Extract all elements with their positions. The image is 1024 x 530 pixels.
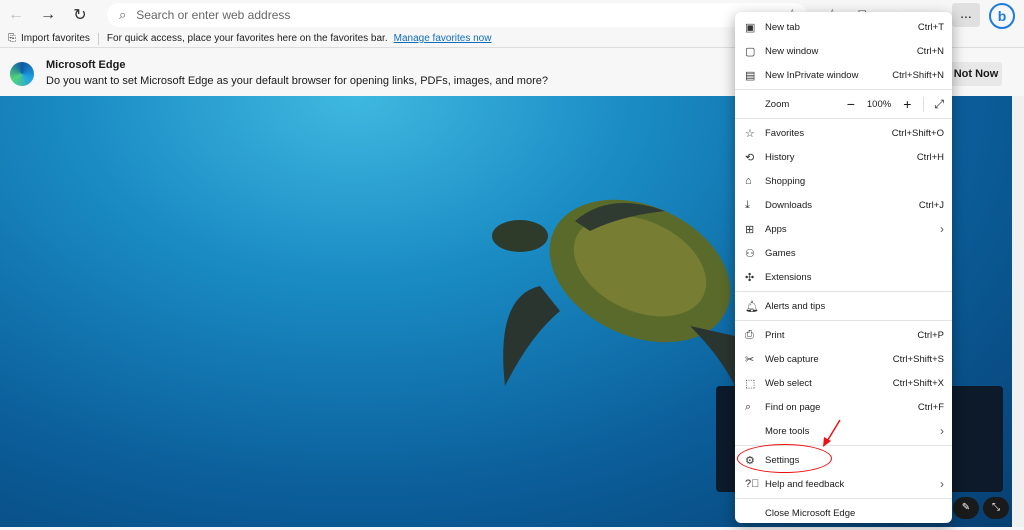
find-icon: ⌕ [745,401,765,414]
menu-shortcut: Ctrl+J [919,200,944,211]
menu-label: Downloads [765,200,919,211]
menu-shortcut: Ctrl+Shift+S [893,354,944,365]
menu-shortcut: Ctrl+Shift+X [893,378,944,389]
history-icon: ⟲ [745,151,765,164]
chevron-right-icon: › [940,222,944,236]
zoom-in-button[interactable]: + [903,96,911,112]
menu-item-new-inprivate-window[interactable]: ▤New InPrivate windowCtrl+Shift+N [735,63,952,87]
menu-shortcut: Ctrl+Shift+N [892,70,944,81]
settings-and-more-button[interactable]: ... [952,3,980,27]
search-icon: ⌕ [119,7,126,23]
zoom-out-button[interactable]: − [847,96,855,112]
annotation-circle [737,444,832,473]
menu-label: Web capture [765,354,893,365]
address-bar[interactable]: ⌕ Search or enter web address [107,3,807,27]
menu-item-history[interactable]: ⟲HistoryCtrl+H [735,145,952,169]
customize-icon[interactable]: ✎ [953,497,979,519]
import-favorites-button[interactable]: Import favorites [21,33,90,44]
menu-item-more-tools[interactable]: More tools › [735,419,952,443]
notification-title: Microsoft Edge [46,59,125,71]
favorites-hint: For quick access, place your favorites h… [107,33,388,44]
menu-label: Alerts and tips [765,301,944,312]
menu-label: Extensions [765,272,944,283]
forward-button[interactable]: → [32,6,64,24]
zoom-value: 100% [867,99,891,110]
new-tab-icon: ▣ [745,21,765,34]
menu-label: Help and feedback [765,479,936,490]
edge-logo-icon [10,62,34,86]
menu-item-print[interactable]: ⎙PrintCtrl+P [735,323,952,347]
menu-label: Web select [765,378,893,389]
menu-shortcut: Ctrl+F [918,402,944,413]
menu-item-new-window[interactable]: ▢New windowCtrl+N [735,39,952,63]
menu-label: Close Microsoft Edge [765,508,944,519]
chevron-right-icon: › [940,477,944,491]
divider [735,498,952,499]
games-icon: ⚇ [745,247,765,260]
notification-message: Do you want to set Microsoft Edge as you… [46,75,548,87]
import-icon: ⎘ [8,33,16,44]
vertical-scrollbar[interactable] [1012,96,1024,527]
manage-favorites-link[interactable]: Manage favorites now [394,33,492,44]
divider [735,118,952,119]
menu-label: Find on page [765,402,918,413]
favorites-icon: ☆ [745,127,765,140]
window-icon: ▢ [745,45,765,58]
menu-shortcut: Ctrl+T [918,22,944,33]
menu-item-apps[interactable]: ⊞Apps › [735,217,952,241]
address-placeholder: Search or enter web address [136,8,290,22]
web-select-icon: ⬚ [745,377,765,390]
menu-item-favorites[interactable]: ☆FavoritesCtrl+Shift+O [735,121,952,145]
inprivate-icon: ▤ [745,69,765,82]
menu-item-find-on-page[interactable]: ⌕Find on pageCtrl+F [735,395,952,419]
divider [735,291,952,292]
refresh-button[interactable]: ↻ [64,5,96,25]
fullscreen-icon[interactable]: ⤢ [923,97,944,112]
menu-shortcut: Ctrl+N [917,46,944,57]
menu-label: New window [765,46,917,57]
menu-label: New InPrivate window [765,70,892,81]
extensions-icon: ✣ [745,271,765,284]
menu-item-downloads[interactable]: ⤓DownloadsCtrl+J [735,193,952,217]
menu-label: Zoom [765,99,847,110]
menu-item-alerts-and-tips[interactable]: 🔔︎Alerts and tips [735,294,952,318]
help-icon: ?⃝ [745,478,765,490]
menu-label: Favorites [765,128,892,139]
download-icon: ⤓ [745,199,765,212]
bing-copilot-button[interactable]: b [989,3,1015,29]
print-icon: ⎙ [745,329,765,342]
menu-label: Games [765,248,944,259]
apps-icon: ⊞ [745,223,765,236]
menu-item-close-edge[interactable]: Close Microsoft Edge [735,501,952,525]
tag-icon: ⌂ [745,175,765,187]
divider [98,33,99,45]
menu-shortcut: Ctrl+H [917,152,944,163]
collapse-icon[interactable]: ⤡ [983,497,1009,519]
menu-shortcut: Ctrl+P [917,330,944,341]
menu-label: History [765,152,917,163]
menu-label: Shopping [765,176,944,187]
bell-icon: 🔔︎ [745,300,765,313]
menu-item-zoom: Zoom − 100% + ⤢ [735,92,952,116]
chevron-right-icon: › [940,424,944,438]
menu-item-shopping[interactable]: ⌂Shopping [735,169,952,193]
menu-item-extensions[interactable]: ✣Extensions [735,265,952,289]
menu-label: Print [765,330,917,341]
menu-label: Apps [765,224,936,235]
menu-item-new-tab[interactable]: ▣New tabCtrl+T [735,15,952,39]
back-button[interactable]: ← [0,6,32,24]
menu-shortcut: Ctrl+Shift+O [892,128,944,139]
menu-item-games[interactable]: ⚇Games [735,241,952,265]
menu-label: More tools [765,426,936,437]
divider [735,89,952,90]
web-capture-icon: ✂ [745,353,765,366]
divider [735,320,952,321]
menu-item-help-and-feedback[interactable]: ?⃝Help and feedback › [735,472,952,496]
menu-item-web-select[interactable]: ⬚Web selectCtrl+Shift+X [735,371,952,395]
menu-label: New tab [765,22,918,33]
menu-item-web-capture[interactable]: ✂Web captureCtrl+Shift+S [735,347,952,371]
